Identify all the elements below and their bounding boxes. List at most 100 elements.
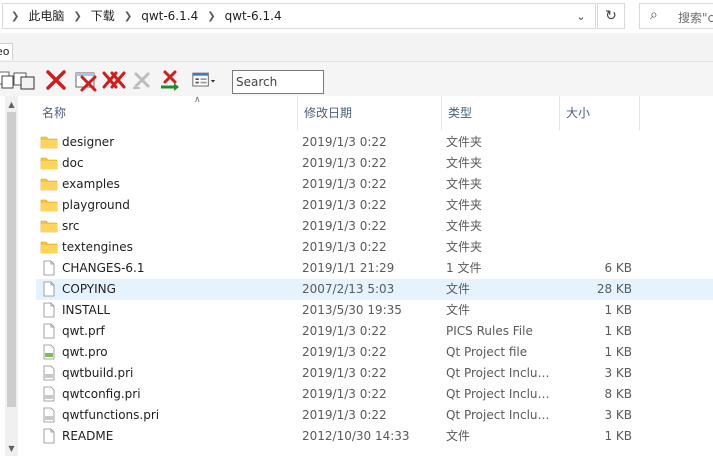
file-row[interactable]: INSTALL 2013/5/30 19:35 文件 1 KB	[36, 300, 713, 321]
file-type: 文件夹	[446, 219, 483, 233]
move-icon[interactable]	[158, 68, 182, 92]
file-name[interactable]: README	[40, 426, 296, 447]
file-type: 文件夹	[446, 177, 483, 191]
file-row[interactable]: src 2019/1/3 0:22 文件夹	[36, 216, 713, 237]
chevron-right-icon[interactable]: ❯	[7, 11, 23, 22]
chevron-right-icon[interactable]: ❯	[69, 11, 85, 22]
file-name[interactable]: examples	[40, 174, 296, 195]
file-type: 文件	[446, 282, 471, 296]
file-row[interactable]: qwtfunctions.pri 2019/1/3 0:22 Qt Project …	[36, 405, 713, 426]
file-icon	[43, 302, 55, 317]
file-icon	[43, 428, 55, 443]
scroll-down-icon[interactable]: ▼	[5, 442, 18, 456]
file-name[interactable]: qwtbuild.pri	[40, 363, 296, 384]
column-header-date[interactable]: 修改日期	[298, 96, 442, 130]
file-date: 2019/1/3 0:22	[302, 345, 387, 359]
file-date: 2019/1/3 0:22	[302, 177, 387, 191]
qt-project-file-icon	[43, 344, 55, 359]
file-size: 3 KB	[604, 366, 632, 380]
file-row[interactable]: examples 2019/1/3 0:22 文件夹	[36, 174, 713, 195]
file-name[interactable]: CHANGES-6.1	[40, 258, 296, 279]
scrollbar-thumb[interactable]	[7, 112, 16, 407]
address-bar[interactable]: ❯ 此电脑 ❯ 下载 ❯ qwt-6.1.4 ❯ qwt-6.1.4 ⌄	[2, 3, 596, 29]
chevron-down-icon[interactable]: ⌄	[573, 7, 589, 25]
column-header-size[interactable]: 大小	[560, 96, 640, 130]
file-name[interactable]: INSTALL	[40, 300, 296, 321]
file-row[interactable]: doc 2019/1/3 0:22 文件夹	[36, 153, 713, 174]
breadcrumb-this-pc[interactable]: 此电脑	[23, 4, 69, 28]
file-size: 1 KB	[604, 303, 632, 317]
duplicate-icon[interactable]	[12, 68, 36, 92]
column-header-type[interactable]: 类型	[442, 96, 560, 130]
file-type: 文件夹	[446, 135, 483, 149]
file-date: 2019/1/3 0:22	[302, 324, 387, 338]
disabled-x-icon	[133, 72, 150, 89]
file-size	[562, 237, 632, 258]
refresh-button[interactable]: ↻	[597, 3, 625, 29]
file-name[interactable]: COPYING	[40, 279, 296, 300]
delete-window-icon[interactable]	[74, 68, 98, 92]
folder-icon	[40, 199, 58, 211]
file-name[interactable]: playground	[40, 195, 296, 216]
file-name[interactable]: qwt.prf	[40, 321, 296, 342]
file-size: 1 KB	[604, 324, 632, 338]
file-name[interactable]: designer	[40, 132, 296, 153]
breadcrumb-qwt-parent[interactable]: qwt-6.1.4	[136, 4, 203, 28]
file-list: designer 2019/1/3 0:22 文件夹 doc 2019/1/3 0:22…	[36, 132, 713, 447]
file-type: 文件夹	[446, 198, 483, 212]
tab-strip: eo	[0, 33, 713, 62]
file-row[interactable]: qwtbuild.pri 2019/1/3 0:22 Qt Project Incl…	[36, 363, 713, 384]
delete-icon[interactable]	[44, 68, 68, 92]
search-placeholder: 搜索"c	[678, 11, 713, 25]
file-name[interactable]: src	[40, 216, 296, 237]
folder-icon	[40, 220, 58, 232]
file-row[interactable]: COPYING 2007/2/13 5:03 文件 28 KB	[36, 279, 713, 300]
file-row[interactable]: qwt.prf 2019/1/3 0:22 PICS Rules File 1 KB	[36, 321, 713, 342]
file-row[interactable]: CHANGES-6.1 2019/1/1 21:29 1 文件 6 KB	[36, 258, 713, 279]
chevron-right-icon[interactable]: ❯	[120, 11, 136, 22]
file-icon	[43, 260, 55, 275]
file-type: Qt Project Includ...	[446, 408, 556, 422]
file-type: PICS Rules File	[446, 324, 533, 338]
toolbar	[0, 62, 713, 96]
file-size: 28 KB	[596, 282, 632, 296]
chevron-right-icon[interactable]: ❯	[203, 11, 219, 22]
file-icon	[43, 281, 55, 296]
file-row[interactable]: README 2012/10/30 14:33 文件 1 KB	[36, 426, 713, 447]
file-date: 2019/1/3 0:22	[302, 387, 387, 401]
qt-include-file-icon	[43, 386, 55, 401]
file-name[interactable]: qwtconfig.pri	[40, 384, 296, 405]
folder-icon	[40, 136, 58, 148]
file-date: 2019/1/1 21:29	[302, 261, 395, 275]
file-size: 3 KB	[604, 408, 632, 422]
view-options-icon[interactable]	[192, 68, 216, 92]
toolbar-search-input[interactable]	[232, 70, 324, 94]
scroll-up-icon[interactable]: ▲	[5, 98, 18, 112]
file-name[interactable]: qwt.pro	[40, 342, 296, 363]
file-date: 2007/2/13 5:03	[302, 282, 395, 296]
file-row[interactable]: textengines 2019/1/3 0:22 文件夹	[36, 237, 713, 258]
file-size	[562, 216, 632, 237]
delete-all-icon[interactable]	[102, 68, 126, 92]
file-name[interactable]: qwtfunctions.pri	[40, 405, 296, 426]
file-row[interactable]: qwtconfig.pri 2019/1/3 0:22 Qt Project Inc…	[36, 384, 713, 405]
file-size: 8 KB	[604, 387, 632, 401]
file-name[interactable]: doc	[40, 153, 296, 174]
vertical-scrollbar[interactable]: ▲ ▼	[5, 96, 18, 456]
breadcrumb-qwt-current[interactable]: qwt-6.1.4	[220, 4, 287, 28]
file-date: 2019/1/3 0:22	[302, 366, 387, 380]
search-icon: ⌕	[650, 7, 658, 23]
file-row[interactable]: designer 2019/1/3 0:22 文件夹	[36, 132, 713, 153]
qt-include-file-icon	[43, 365, 55, 380]
file-date: 2019/1/3 0:22	[302, 156, 387, 170]
file-name[interactable]: textengines	[40, 237, 296, 258]
file-type: 1 文件	[446, 261, 482, 275]
file-size	[562, 195, 632, 216]
file-row[interactable]: playground 2019/1/3 0:22 文件夹	[36, 195, 713, 216]
file-row[interactable]: qwt.pro 2019/1/3 0:22 Qt Project file 1 KB	[36, 342, 713, 363]
tab-item[interactable]: eo	[0, 43, 13, 60]
search-field[interactable]: ⌕ 搜索"c	[639, 3, 713, 29]
file-icon	[43, 323, 55, 338]
column-header-name[interactable]: 名称	[36, 96, 298, 130]
breadcrumb-downloads[interactable]: 下载	[86, 4, 120, 28]
